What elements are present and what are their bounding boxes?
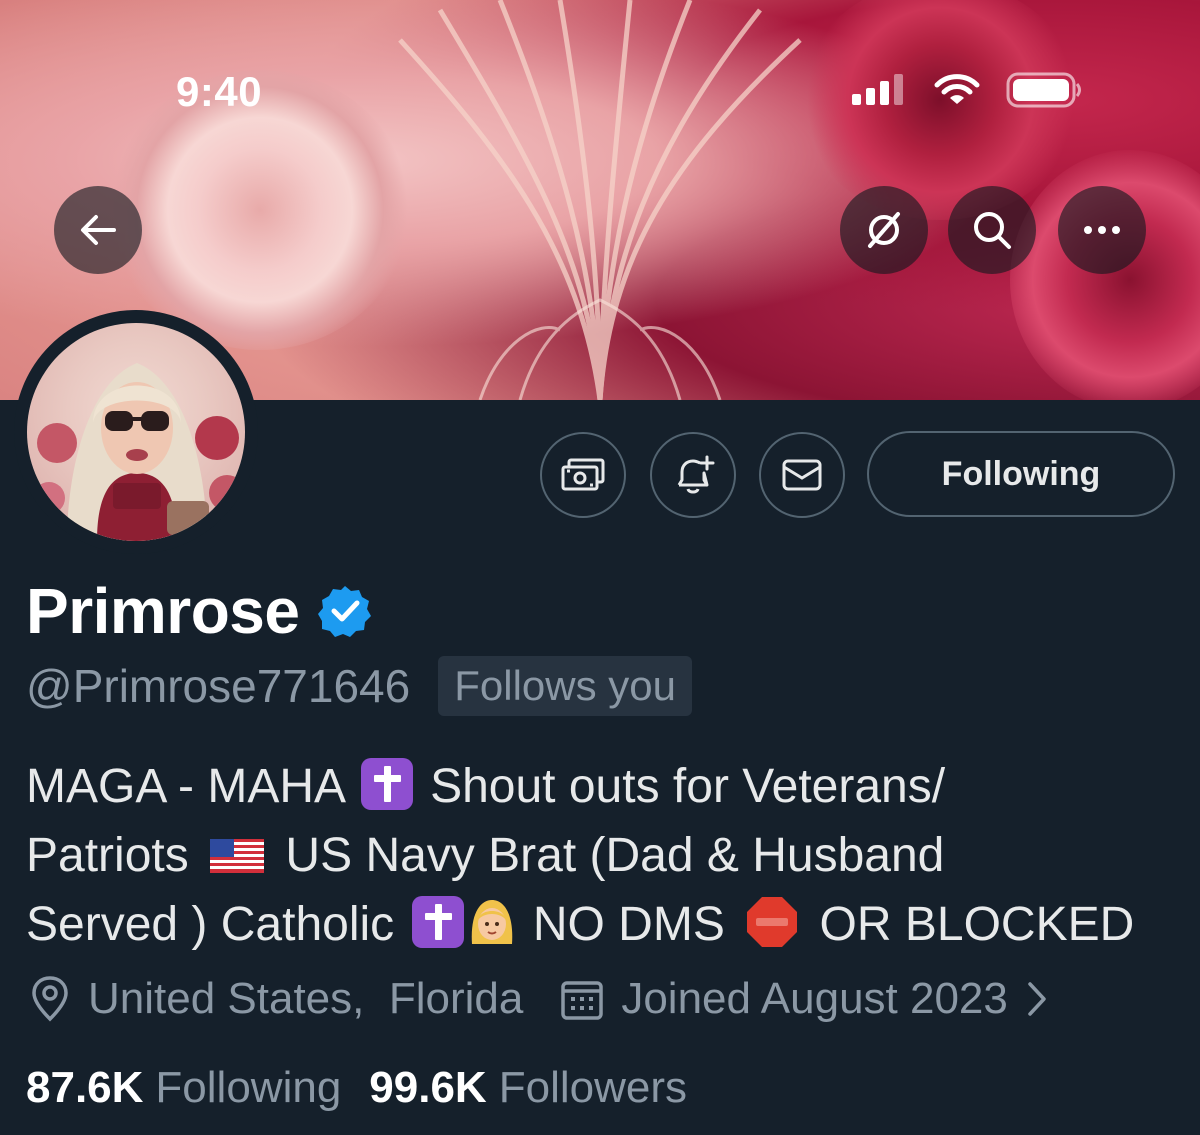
message-icon	[782, 459, 822, 491]
back-button[interactable]	[54, 186, 142, 274]
followers-stat[interactable]: 99.6K Followers	[369, 1063, 687, 1113]
latin-cross-emoji-icon-2	[411, 896, 464, 948]
message-button[interactable]	[759, 432, 845, 518]
subscribe-money-icon	[561, 458, 605, 491]
grok-button[interactable]	[840, 186, 928, 274]
following-stat[interactable]: 87.6K Following	[26, 1063, 341, 1113]
handle: @Primrose771646	[26, 660, 411, 712]
location-text: United States, Florida	[88, 974, 524, 1023]
us-flag-emoji-icon	[210, 839, 265, 873]
bio-text-4: US Navy Brat (Dad & Husband	[285, 829, 945, 882]
location-icon	[28, 975, 72, 1023]
status-bar-time: 9:40	[176, 68, 263, 115]
followers-label: Followers	[498, 1063, 687, 1112]
wifi-icon	[934, 74, 980, 104]
following-button[interactable]: Following	[867, 431, 1175, 517]
notifications-button[interactable]	[650, 432, 736, 518]
avatar[interactable]	[27, 323, 245, 541]
verified-badge-icon[interactable]	[317, 583, 373, 639]
following-label: Following	[155, 1063, 342, 1112]
status-bar-icons	[850, 70, 1084, 110]
bio-text-6: NO DMS	[532, 898, 725, 951]
subscribe-button[interactable]	[540, 432, 626, 518]
slash-circle-icon	[868, 212, 900, 248]
battery-icon	[1006, 72, 1081, 108]
following-count: 87.6K	[26, 1063, 144, 1112]
notifications-add-icon	[677, 455, 715, 494]
latin-cross-emoji-icon	[360, 758, 413, 810]
avatar-ring[interactable]	[14, 310, 258, 554]
bio-text-2: Shout outs for Veterans/	[430, 760, 946, 813]
more-options-button[interactable]	[1058, 186, 1146, 274]
bio-text-7: OR BLOCKED	[819, 898, 1135, 951]
banner-stems-decoration	[398, 0, 802, 400]
profile-meta-row: United States, Florida Joined August 202…	[28, 974, 1048, 1024]
arrow-left-icon	[81, 215, 116, 245]
calendar-icon	[559, 976, 605, 1022]
handle-row: @Primrose771646 Follows you	[26, 656, 692, 716]
bio-text-3: Patriots	[26, 829, 189, 882]
bio-text-5: Served ) Catholic	[26, 898, 395, 951]
chevron-right-icon[interactable]	[1026, 980, 1048, 1018]
follow-stats: 87.6K Following 99.6K Followers	[26, 1063, 687, 1113]
blonde-person-emoji-icon	[471, 900, 512, 944]
search-button[interactable]	[948, 186, 1036, 274]
more-icon	[1084, 226, 1120, 234]
bio: MAGA - MAHA Shout outs for Veterans/ Pat…	[26, 752, 1186, 959]
stop-sign-emoji-icon	[747, 897, 798, 947]
joined-date-text[interactable]: Joined August 2023	[621, 974, 1008, 1024]
search-icon	[974, 212, 1011, 249]
followers-count: 99.6K	[369, 1063, 487, 1112]
follows-you-badge: Follows you	[438, 656, 692, 716]
banner-rose-red	[800, 0, 1080, 220]
cellular-signal-icon	[852, 74, 903, 105]
bio-text-1: MAGA - MAHA	[26, 760, 344, 813]
display-name: Primrose	[26, 575, 300, 647]
name-row: Primrose	[26, 574, 373, 648]
avatar-portrait-image	[33, 363, 245, 541]
